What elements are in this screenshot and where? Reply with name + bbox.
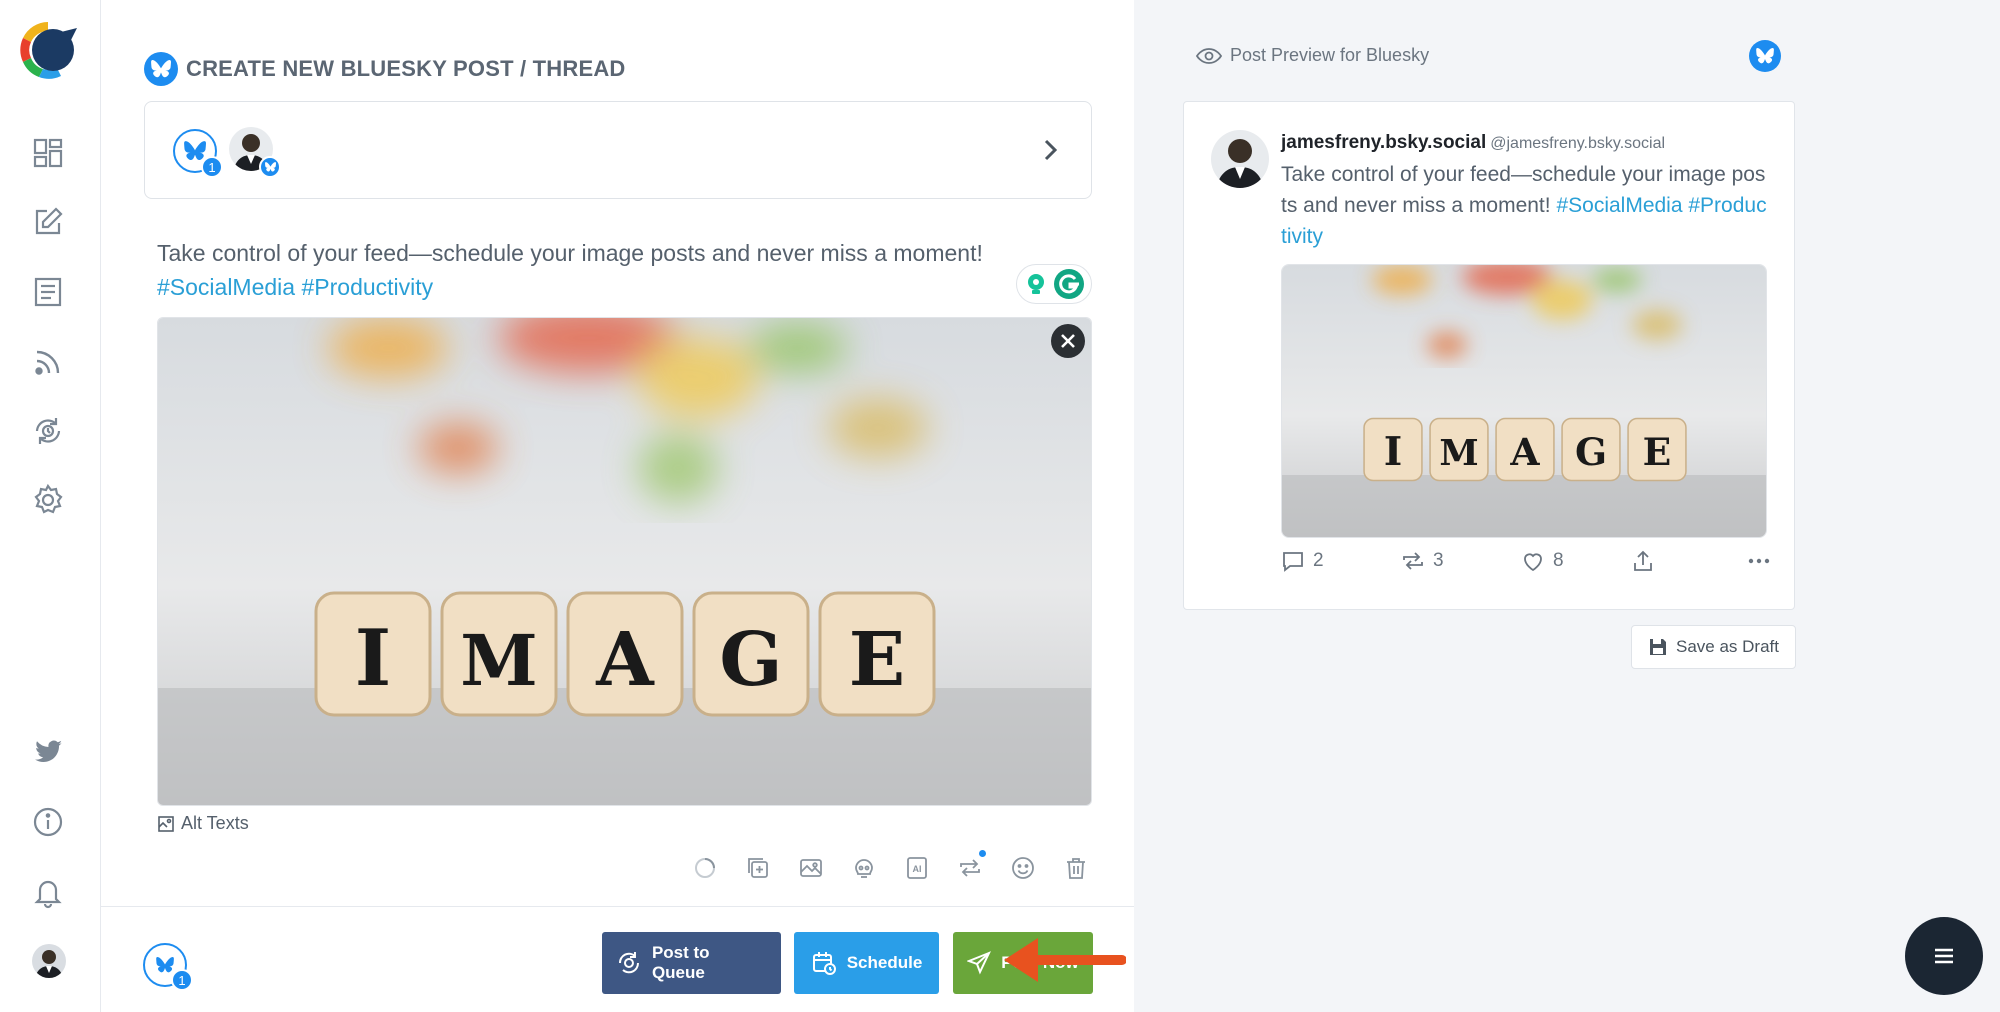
svg-text:M: M [1439,433,1478,474]
post-to-queue-label: Post to Queue [651,943,710,982]
preview-post-text: Take control of your feed—schedule your … [1281,159,1771,252]
sidebar [0,0,101,1012]
alt-texts-link[interactable]: Alt Texts [157,813,249,834]
schedule-label: Schedule [846,953,923,972]
comment-icon [1283,552,1303,572]
svg-text:E: E [849,617,905,703]
menu-fab-button[interactable] [1905,917,1983,995]
like-count[interactable]: 8 [1521,549,1631,573]
preview-heading: Post Preview for Bluesky [1196,45,1429,66]
share-button[interactable] [1631,549,1731,573]
preview-handle: @jamesfreny.bsky.social [1490,135,1666,152]
reply-count-value: 2 [1313,550,1324,571]
app-logo[interactable] [17,18,79,82]
dashboard-icon[interactable] [30,135,66,171]
user-avatar[interactable] [32,944,66,978]
preview-engagement-bar: 2 3 8 [1281,549,1771,573]
selected-account-count: 1 [201,156,223,178]
ai-assistant-icon[interactable] [846,850,882,886]
share-icon [1634,550,1652,571]
image-alt-icon [158,815,174,832]
compose-icon[interactable] [30,204,66,240]
twitter-bird-icon[interactable] [30,734,66,770]
svg-text:G: G [719,617,782,703]
preview-post-card: jamesfreny.bsky.social @jamesfreny.bsky.s… [1183,101,1795,610]
hashtag: #Productivity [301,274,434,300]
hashtag: #SocialMedia [157,274,296,300]
action-bar: 1 Post to Queue Schedule Post Now [101,906,1134,1012]
preview-panel: Post Preview for Bluesky jamesfreny.bsky… [1134,0,2000,1012]
preview-display-name: jamesfreny.bsky.social [1281,132,1487,153]
bottom-account-count: 1 [171,969,193,991]
svg-text:I: I [355,613,392,704]
svg-text:E: E [1643,430,1672,474]
recycle-queue-icon[interactable] [30,413,66,449]
remove-image-button[interactable] [1051,324,1085,358]
alt-texts-label: Alt Texts [181,813,249,833]
bluesky-butterfly-icon [259,156,281,178]
more-dots-icon [1748,558,1770,564]
rss-feed-icon[interactable] [30,344,66,380]
page-header: CREATE NEW BLUESKY POST / THREAD [144,52,626,86]
post-text-body: Take control of your feed—schedule your … [157,240,983,266]
composer-panel: CREATE NEW BLUESKY POST / THREAD 1 Take … [101,0,1134,1012]
emoji-icon[interactable] [1005,850,1041,886]
repost-icon[interactable] [952,850,988,886]
save-floppy-icon [1650,639,1666,655]
ai-text-icon[interactable]: AI [899,850,935,886]
svg-text:M: M [460,619,538,702]
post-text-editor[interactable]: Take control of your feed—schedule your … [157,236,1017,304]
chevron-right-icon[interactable] [1035,135,1065,165]
svg-text:G: G [1575,430,1607,474]
info-icon[interactable] [30,804,66,840]
eye-icon [1196,47,1222,64]
hashtag: #SocialMedia [1556,194,1683,217]
composer-toolbar: AI [687,850,1094,886]
annotation-arrow-icon [1004,938,1126,982]
posts-list-icon[interactable] [30,274,66,310]
repost-count-value: 3 [1433,550,1444,571]
bluesky-butterfly-icon [1749,40,1781,72]
heart-icon [1524,553,1542,572]
notification-bell-icon[interactable] [30,874,66,910]
bluesky-butterfly-icon [184,141,206,161]
bluesky-butterfly-icon [144,52,178,86]
calendar-clock-icon [812,952,836,975]
svg-text:AI: AI [913,864,922,874]
attached-image: I M A G E [157,317,1092,806]
repost-count[interactable]: 3 [1401,549,1521,573]
save-as-draft-button[interactable]: Save as Draft [1631,625,1796,669]
add-thread-post-icon[interactable] [740,850,776,886]
post-to-queue-button[interactable]: Post to Queue [602,932,781,994]
queue-clock-icon [618,952,639,974]
save-as-draft-label: Save as Draft [1676,637,1779,656]
page-title: CREATE NEW BLUESKY POST / THREAD [186,56,626,81]
settings-gear-icon[interactable] [30,482,66,518]
loading-spinner-icon [687,850,723,886]
hamburger-menu-icon [1935,948,1953,964]
close-icon [1061,334,1075,348]
repost-icon [1403,552,1423,570]
grammarly-widget[interactable] [1016,264,1092,304]
notification-dot [979,850,986,857]
send-plane-icon [967,951,992,975]
account-selector[interactable]: 1 [144,101,1092,199]
bluesky-butterfly-icon [156,957,174,973]
grammarly-g-icon[interactable] [1053,268,1085,300]
svg-text:I: I [1384,429,1403,475]
lightbulb-icon[interactable] [1023,271,1049,297]
preview-avatar [1211,130,1269,188]
reply-count[interactable]: 2 [1281,549,1401,573]
more-options-button[interactable] [1747,549,1771,573]
preview-image: I M A G E [1281,264,1767,538]
svg-text:A: A [1509,430,1540,474]
add-image-icon[interactable] [793,850,829,886]
preview-author: jamesfreny.bsky.social @jamesfreny.bsky.s… [1281,132,1665,154]
svg-text:A: A [595,617,655,703]
trash-icon[interactable] [1058,850,1094,886]
like-count-value: 8 [1553,550,1564,571]
preview-heading-text: Post Preview for Bluesky [1230,45,1430,65]
schedule-button[interactable]: Schedule [794,932,939,994]
